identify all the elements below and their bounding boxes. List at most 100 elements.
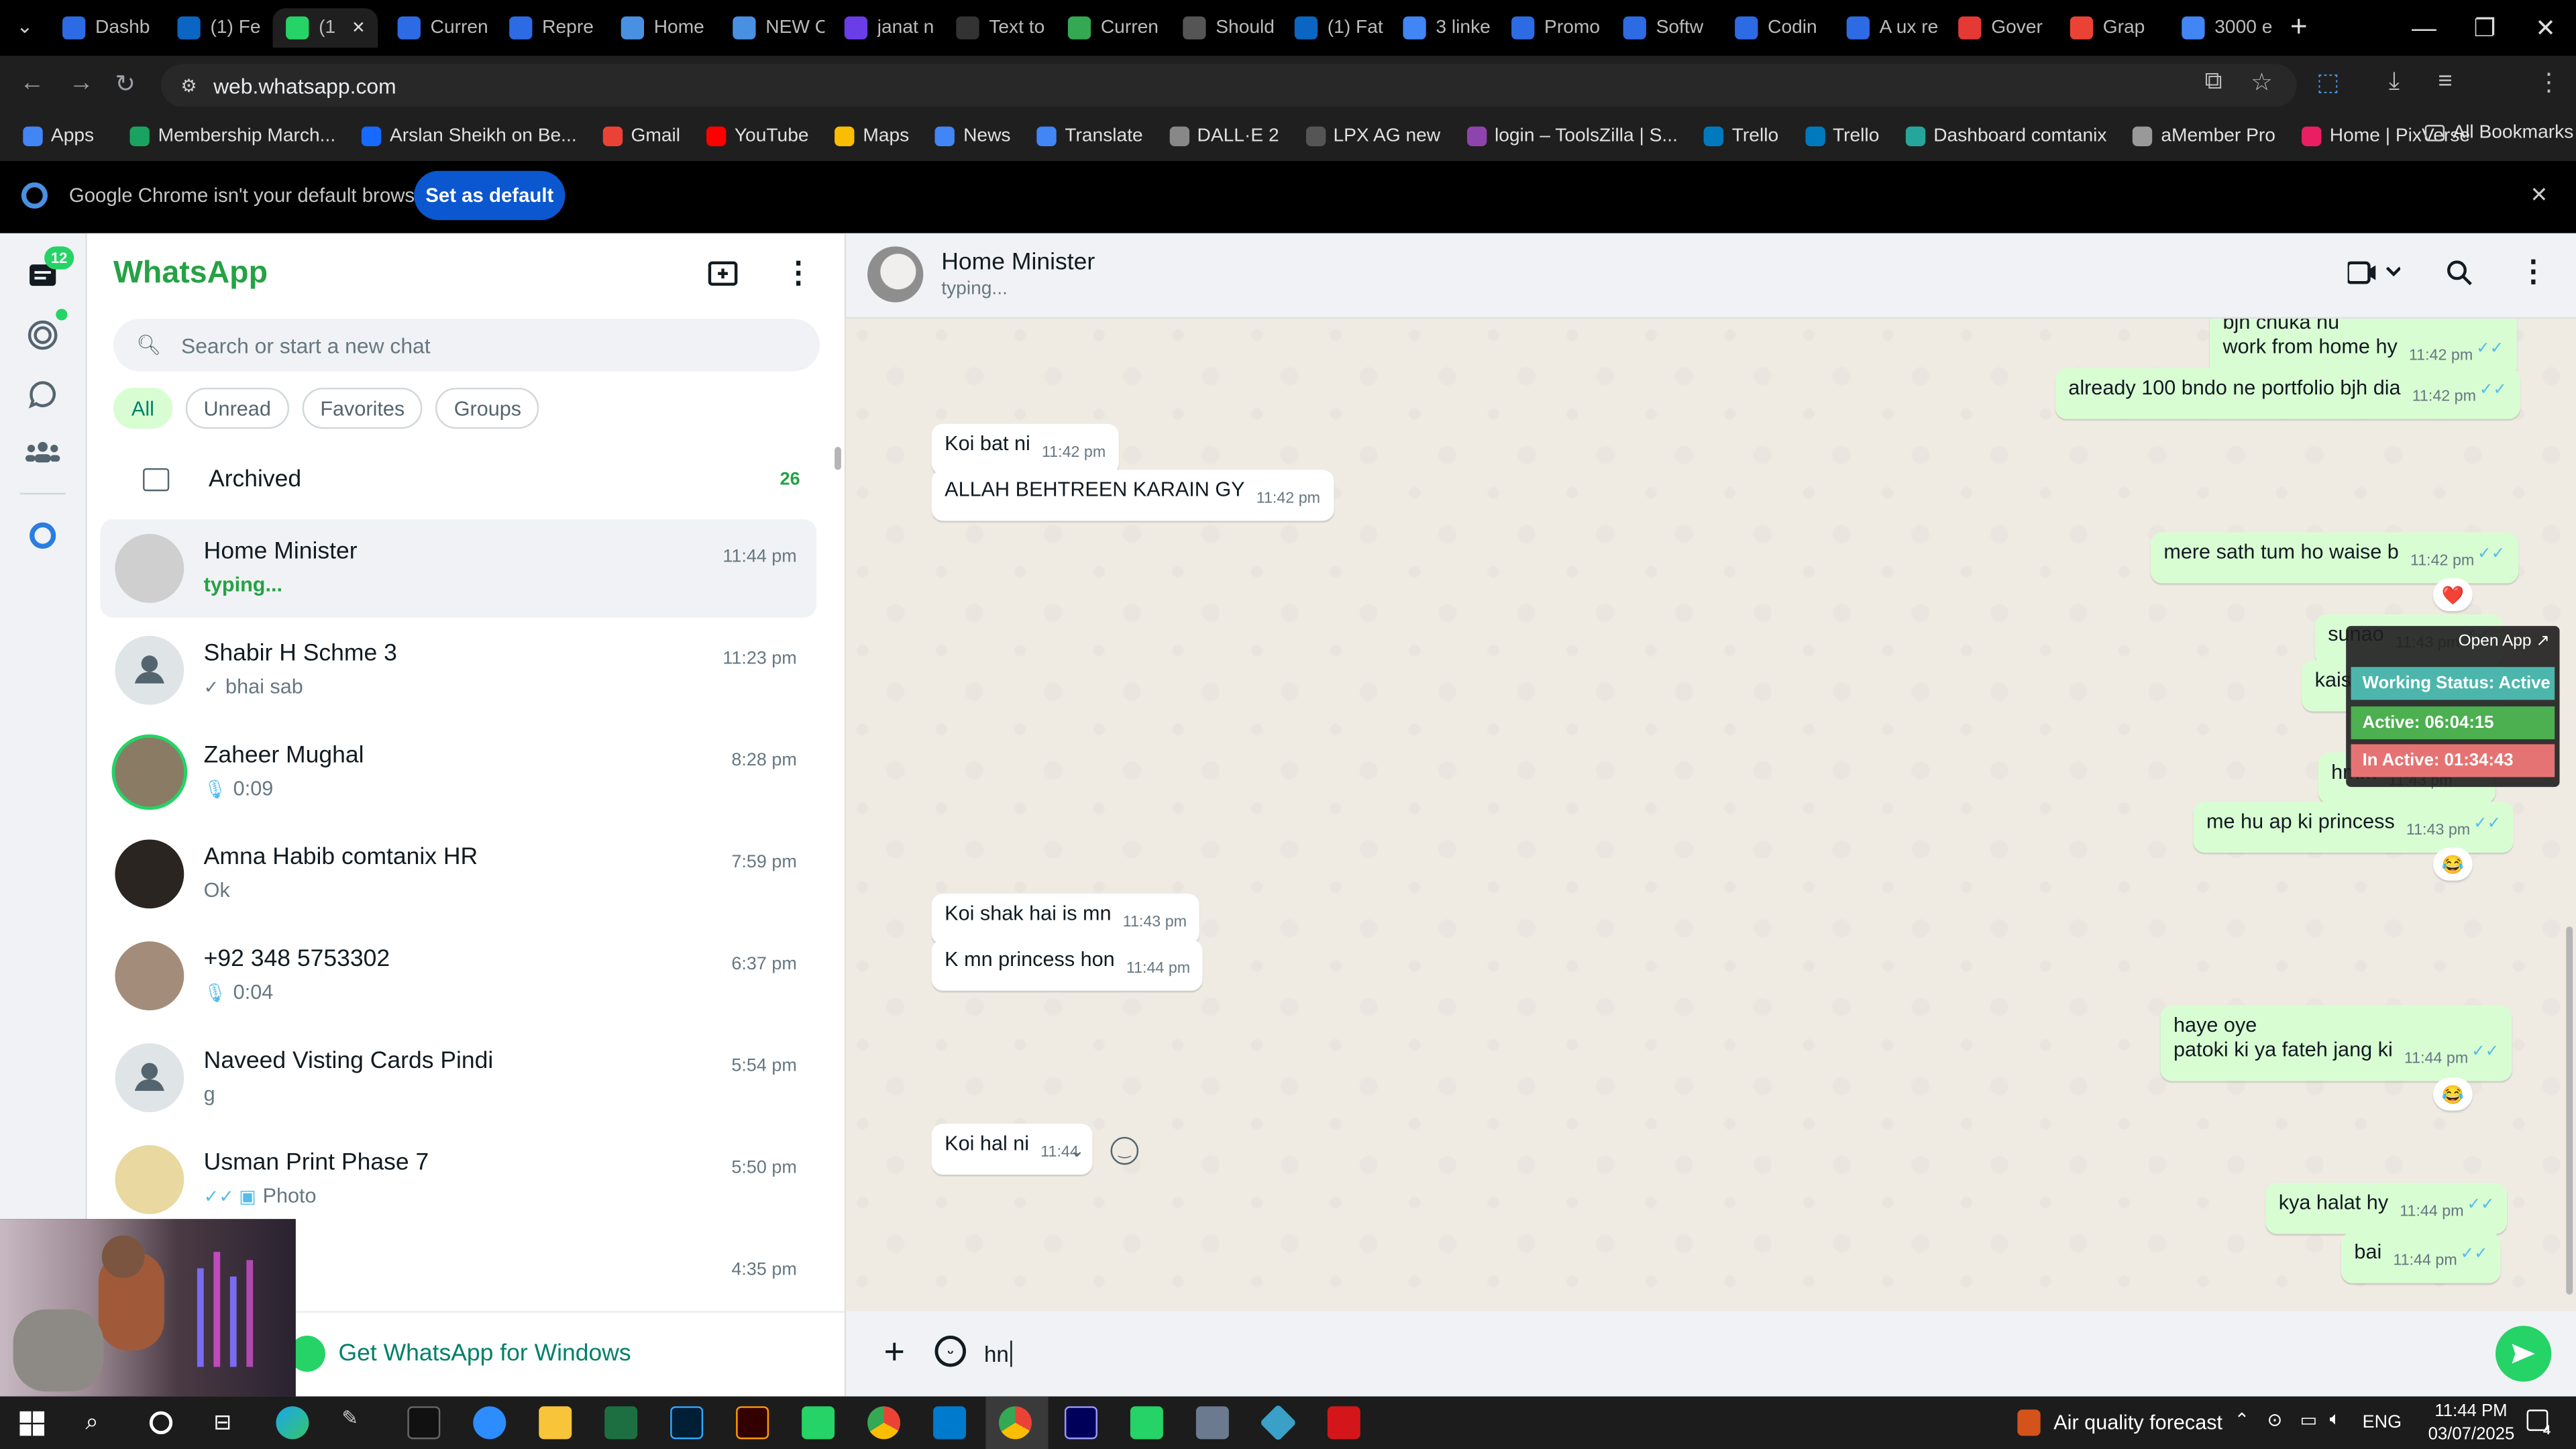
bookmark-item[interactable]: Arslan Sheikh on Be... [362,126,577,146]
chat-row[interactable]: Shabir H Schme 3 ✓ bhai sab 11:23 pm [100,621,816,720]
incoming-message[interactable]: Koi shak hai is mn 11:43 pm [931,894,1200,945]
outgoing-message[interactable]: haye oye patoki ki ya fateh jang ki 11:44… [2160,1005,2512,1081]
browser-tab[interactable]: Curren [1055,8,1160,48]
chrome-taskbar-icon[interactable] [867,1406,901,1440]
cortana-icon[interactable] [149,1411,173,1434]
browser-tab[interactable]: Gover [1945,8,2051,48]
conversation-menu-icon[interactable]: ⋮ [2518,255,2548,289]
clock-date[interactable]: 03/07/2025 [2428,1424,2515,1444]
excel-icon[interactable] [604,1406,638,1440]
volume-icon[interactable]: 🔈︎ [2330,1409,2341,1431]
tab-close-icon[interactable]: ✕ [352,19,366,37]
media-icon[interactable]: ≡ [2438,67,2452,95]
status-icon[interactable] [23,315,62,355]
filter-chip-groups[interactable]: Groups [435,387,540,429]
chat-list-scrollbar[interactable] [835,447,841,470]
browser-tab[interactable]: (1) Fat [1281,8,1387,48]
search-messages-icon[interactable] [2447,260,2473,294]
message-input[interactable]: hn [974,1322,2485,1385]
pen-icon[interactable]: ✎ [341,1406,374,1439]
browser-tab[interactable]: 3 linke [1390,8,1495,48]
photoshop-icon[interactable] [670,1406,704,1440]
calculator-icon[interactable] [1195,1406,1229,1440]
browser-tab[interactable]: Dashb [49,8,154,48]
banner-close-icon[interactable]: ✕ [2530,182,2548,209]
close-window-icon[interactable]: ✕ [2515,0,2576,56]
chevron-down-icon[interactable]: ⌄ [1069,1140,1085,1161]
reaction-emoji[interactable]: 😂 [2432,1077,2473,1111]
chat-row[interactable]: Amna Habib comtanix HR Ok 7:59 pm [100,824,816,923]
bookmark-item[interactable]: LPX AG new [1305,126,1440,146]
emoji-react-icon[interactable]: ‿ [1110,1136,1139,1165]
file-explorer-icon[interactable] [539,1406,572,1440]
set-default-button[interactable]: Set as default [414,170,566,221]
reaction-emoji[interactable]: 😂 [2432,847,2473,881]
incoming-message[interactable]: ALLAH BEHTREEN KARAIN GY 11:42 pm [931,470,1334,521]
bookmark-item[interactable]: DALL·E 2 [1169,126,1279,146]
browser-tab[interactable]: Grap [2057,8,2162,48]
illustrator-icon[interactable] [736,1406,769,1440]
browser-tab[interactable]: Codin [1722,8,1827,48]
outgoing-message[interactable]: mere sath tum ho waise b 11:42 pm ✓✓ [2150,532,2518,584]
bookmark-item[interactable]: Trello [1704,126,1778,146]
weather-icon[interactable] [2017,1409,2041,1436]
chat-row[interactable]: +92 348 5753302 🎙 0:04 6:37 pm [100,926,816,1025]
browser-tab[interactable]: (1) Fe [164,8,270,48]
back-icon[interactable]: ← [19,69,44,97]
filter-chip-favorites[interactable]: Favorites [302,387,423,429]
contact-name[interactable]: Home Minister [941,250,1095,276]
network-icon[interactable]: ▭ [2300,1409,2317,1431]
vscode-icon[interactable] [933,1406,967,1440]
browser-tab[interactable]: Curren [384,8,490,48]
chrome-active-icon[interactable] [998,1406,1032,1440]
browser-tab[interactable]: 3000 e [2169,8,2274,48]
bookmark-item[interactable]: Maps [835,126,909,146]
video-call-icon[interactable] [2346,261,2402,292]
outgoing-message[interactable]: already 100 bndo ne portfolio bjh dia 11:… [2055,368,2520,419]
edge-icon[interactable] [276,1406,309,1440]
new-tab-icon[interactable]: + [2290,10,2308,44]
restore-icon[interactable]: ❐ [2455,0,2516,56]
browser-tab[interactable]: Repre [496,8,602,48]
install-icon[interactable]: ⧉ [2205,67,2222,95]
reload-icon[interactable]: ↻ [115,69,136,99]
bookmark-item[interactable]: YouTube [706,126,809,146]
sticker-icon[interactable]: ᵕ [934,1336,967,1367]
channels-icon[interactable] [23,374,62,414]
tray-chevron-icon[interactable]: ⌃ [2235,1409,2250,1431]
browser-tab[interactable]: Text to [943,8,1049,48]
contact-avatar[interactable] [867,246,924,303]
browser-tab[interactable]: (1 ✕ [272,8,378,48]
browser-tab[interactable]: Home [608,8,713,48]
extensions-icon[interactable]: ⬚ [2316,67,2340,97]
incoming-message[interactable]: Koi hal ni 11:44 [931,1124,1092,1175]
terminal-icon[interactable] [407,1406,441,1440]
bookmark-item[interactable]: aMember Pro [2133,126,2275,146]
weather-text[interactable]: Air quality forecast [2053,1411,2222,1434]
filter-chip-all[interactable]: All [113,387,172,429]
incoming-message[interactable]: K mn princess hon 11:44 pm [931,939,1203,991]
open-app-link[interactable]: Open App ↗ [2459,633,2550,651]
chat-row[interactable]: Home Minister typing... 11:44 pm [100,519,817,618]
bookmark-item[interactable]: News [935,126,1011,146]
outgoing-message[interactable]: kya halat hy 11:44 pm ✓✓ [2265,1183,2508,1234]
whatsapp-taskbar-icon[interactable] [802,1406,835,1440]
archived-row[interactable]: Archived 26 [143,460,800,500]
browser-tab[interactable]: Promo [1498,8,1603,48]
taskbar-search-icon[interactable]: ⌕ [85,1408,98,1436]
tray-app-icon[interactable]: ⊙ [2267,1409,2283,1431]
bookmark-item[interactable]: Apps [23,126,94,146]
bookmark-item[interactable]: Trello [1805,126,1879,146]
bookmark-item[interactable]: Membership March... [130,126,335,146]
forward-icon[interactable]: → [69,69,94,97]
app-icon[interactable] [1259,1404,1297,1442]
bookmark-star-icon[interactable]: ☆ [2251,67,2273,97]
bookmark-item[interactable]: Gmail [602,126,680,146]
start-icon[interactable] [19,1411,45,1444]
site-info-icon[interactable]: ⚙ [180,74,197,96]
menu-icon[interactable]: ⋮ [784,256,813,290]
reaction-emoji[interactable]: ❤️ [2432,578,2473,612]
acrobat-icon[interactable] [1327,1406,1360,1440]
chat-row[interactable]: Naveed Visting Cards Pindi g 5:54 pm [100,1028,816,1127]
send-button[interactable] [2496,1326,2552,1382]
